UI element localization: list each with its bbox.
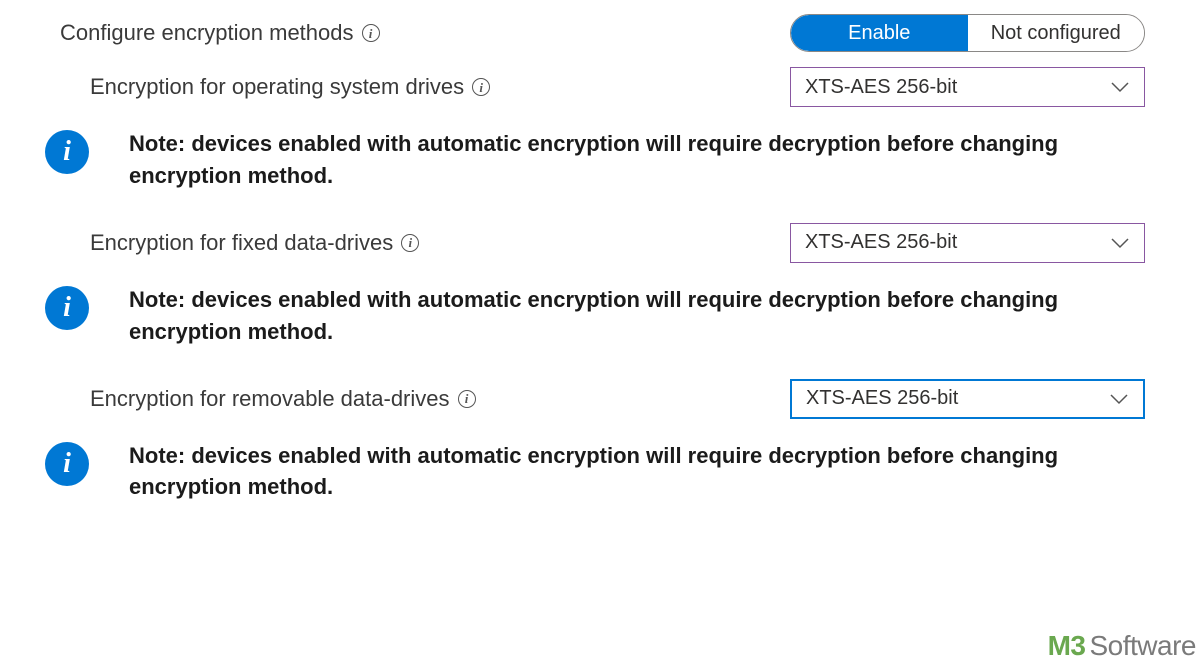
configure-label-group: Configure encryption methods i [60,20,380,46]
configure-toggle[interactable]: Enable Not configured [790,14,1145,52]
watermark-brand: M3 [1048,630,1086,661]
fixed-drives-dropdown[interactable]: XTS-AES 256-bit [790,223,1145,263]
removable-drives-row: Encryption for removable data-drives i X… [0,386,1200,412]
fixed-drives-value: XTS-AES 256-bit [805,231,957,254]
note-text-removable: Note: devices enabled with automatic enc… [129,440,1089,504]
removable-drives-value: XTS-AES 256-bit [806,387,958,410]
watermark-word: Software [1090,630,1197,661]
configure-encryption-methods-row: Configure encryption methods i Enable No… [0,20,1200,46]
removable-drives-dropdown[interactable]: XTS-AES 256-bit [790,379,1145,419]
info-icon[interactable]: i [401,234,419,252]
chevron-down-icon [1110,235,1130,251]
chevron-down-icon [1109,391,1129,407]
toggle-enable[interactable]: Enable [791,15,968,51]
toggle-not-configured[interactable]: Not configured [968,15,1145,51]
note-row-fixed: i Note: devices enabled with automatic e… [0,284,1200,348]
info-note-icon: i [45,442,89,486]
note-text-fixed: Note: devices enabled with automatic enc… [129,284,1089,348]
watermark: M3Software [1048,630,1196,662]
fixed-drives-label: Encryption for fixed data-drives [90,230,393,256]
note-row-removable: i Note: devices enabled with automatic e… [0,440,1200,504]
fixed-drives-row: Encryption for fixed data-drives i XTS-A… [0,230,1200,256]
os-drives-label-group: Encryption for operating system drives i [90,74,490,100]
note-text-os: Note: devices enabled with automatic enc… [129,128,1089,192]
chevron-down-icon [1110,79,1130,95]
info-note-icon: i [45,286,89,330]
os-drives-label: Encryption for operating system drives [90,74,464,100]
info-icon[interactable]: i [458,390,476,408]
fixed-drives-label-group: Encryption for fixed data-drives i [90,230,419,256]
removable-drives-label-group: Encryption for removable data-drives i [90,386,476,412]
os-drives-row: Encryption for operating system drives i… [0,74,1200,100]
info-icon[interactable]: i [362,24,380,42]
info-note-icon: i [45,130,89,174]
info-icon[interactable]: i [472,78,490,96]
os-drives-value: XTS-AES 256-bit [805,76,957,99]
removable-drives-label: Encryption for removable data-drives [90,386,450,412]
note-row-os: i Note: devices enabled with automatic e… [0,128,1200,192]
configure-label: Configure encryption methods [60,20,354,46]
os-drives-dropdown[interactable]: XTS-AES 256-bit [790,67,1145,107]
